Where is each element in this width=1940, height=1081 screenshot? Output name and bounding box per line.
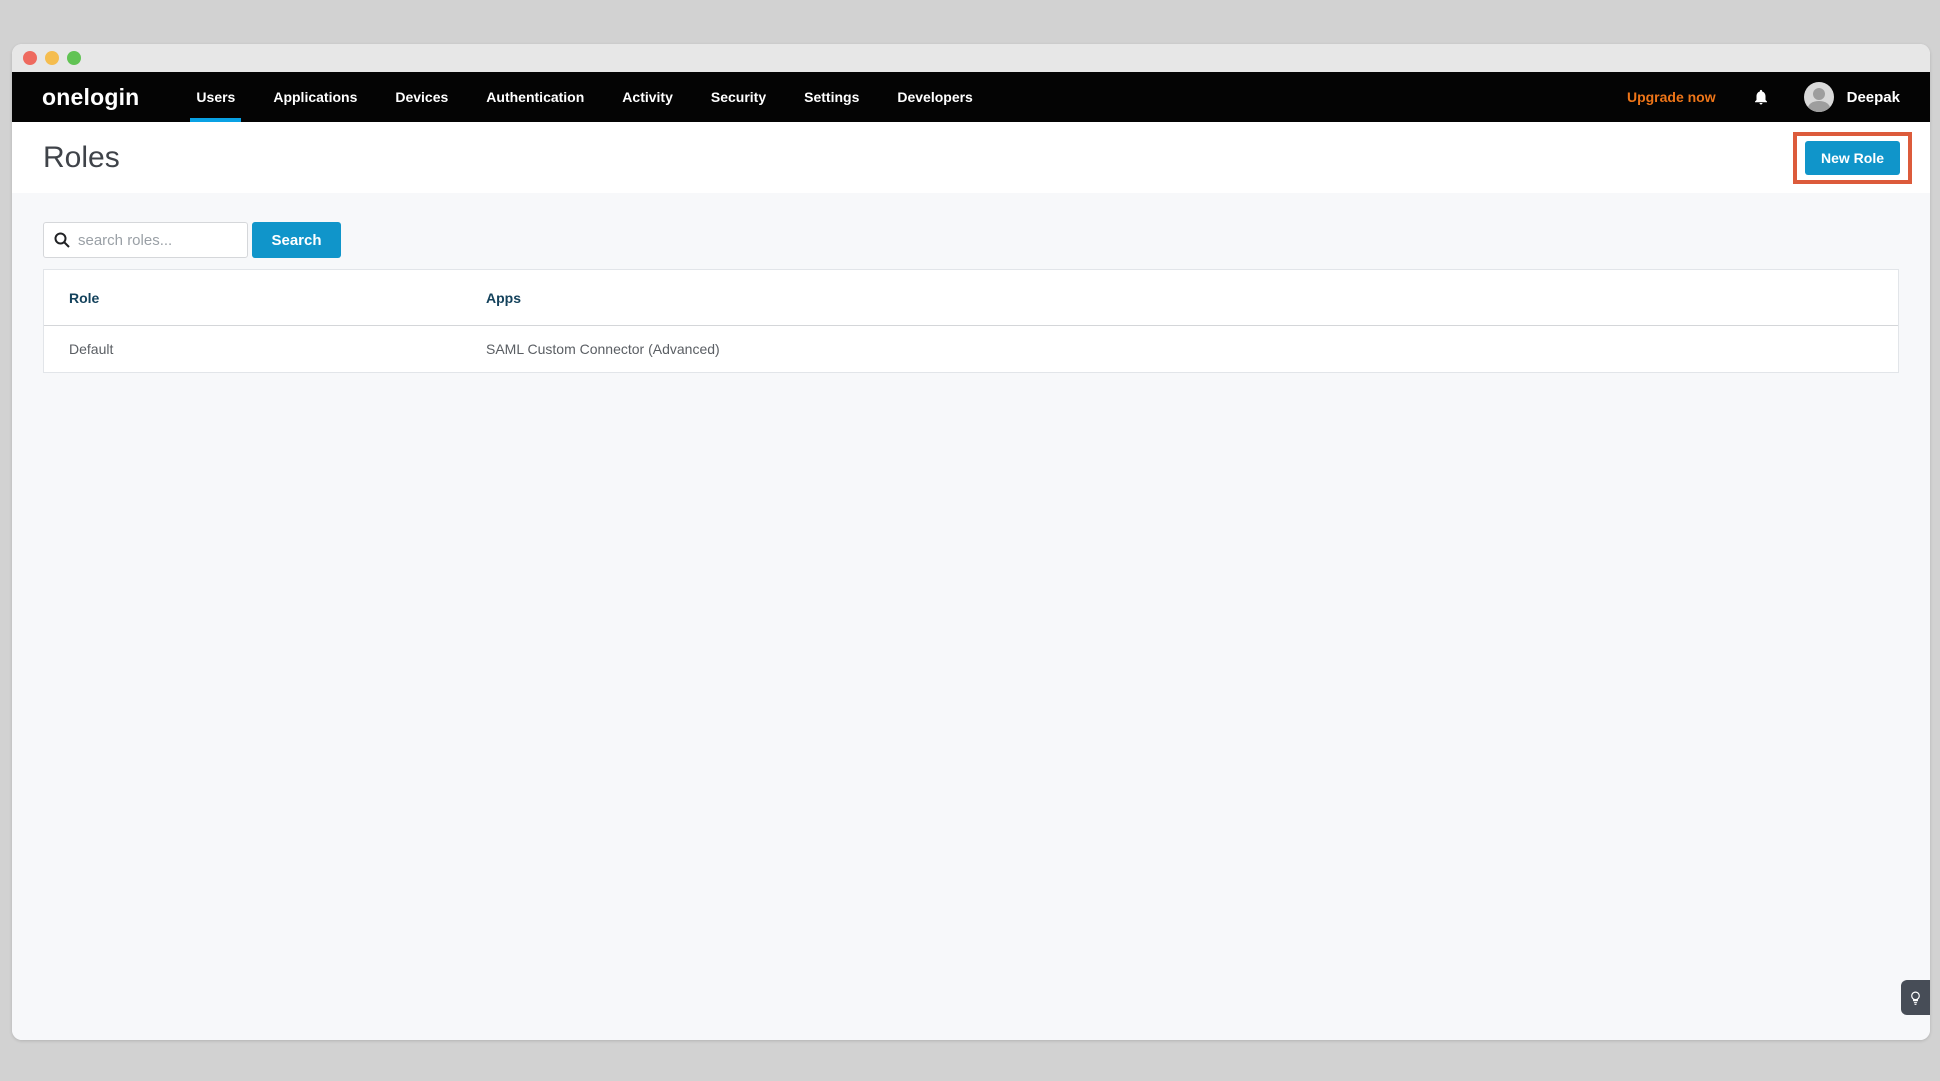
onelogin-logo[interactable]: onelogin <box>42 84 139 111</box>
role-name-cell: Default <box>69 341 486 357</box>
new-role-button[interactable]: New Role <box>1805 141 1900 175</box>
nav-item-devices[interactable]: Devices <box>376 72 467 122</box>
nav-items: Users Applications Devices Authenticatio… <box>177 72 991 122</box>
lightbulb-icon <box>1909 990 1922 1006</box>
nav-item-authentication[interactable]: Authentication <box>467 72 603 122</box>
user-menu[interactable]: Deepak <box>1804 82 1900 112</box>
table-row[interactable]: Default SAML Custom Connector (Advanced) <box>44 326 1898 372</box>
search-button[interactable]: Search <box>252 222 341 258</box>
nav-item-security[interactable]: Security <box>692 72 785 122</box>
search-row: Search <box>43 222 1899 258</box>
nav-item-activity[interactable]: Activity <box>603 72 692 122</box>
notification-bell-icon[interactable] <box>1752 88 1770 106</box>
upgrade-now-link[interactable]: Upgrade now <box>1627 89 1716 105</box>
avatar <box>1804 82 1834 112</box>
help-lightbulb-button[interactable] <box>1901 980 1930 1015</box>
table-header-row: Role Apps <box>44 270 1898 326</box>
roles-table: Role Apps Default SAML Custom Connector … <box>43 269 1899 373</box>
page-header: Roles New Role <box>12 122 1930 193</box>
minimize-window-button[interactable] <box>45 51 59 65</box>
search-box <box>43 222 248 258</box>
close-window-button[interactable] <box>23 51 37 65</box>
page-body: Search Role Apps Default SAML Custom Con… <box>12 193 1930 1040</box>
top-navbar: onelogin Users Applications Devices Auth… <box>12 72 1930 122</box>
app-window: onelogin Users Applications Devices Auth… <box>12 44 1930 1040</box>
nav-item-users[interactable]: Users <box>177 72 254 122</box>
role-apps-cell: SAML Custom Connector (Advanced) <box>486 341 1873 357</box>
nav-item-applications[interactable]: Applications <box>254 72 376 122</box>
user-name: Deepak <box>1847 89 1900 106</box>
navbar-right: Upgrade now Deepak <box>1627 82 1900 112</box>
nav-item-settings[interactable]: Settings <box>785 72 878 122</box>
macos-titlebar <box>12 44 1930 72</box>
search-roles-input[interactable] <box>43 222 248 258</box>
zoom-window-button[interactable] <box>67 51 81 65</box>
column-header-role: Role <box>69 290 486 306</box>
highlight-annotation-box: New Role <box>1793 132 1912 184</box>
column-header-apps: Apps <box>486 290 1873 306</box>
page-title: Roles <box>43 141 120 175</box>
nav-item-developers[interactable]: Developers <box>878 72 991 122</box>
